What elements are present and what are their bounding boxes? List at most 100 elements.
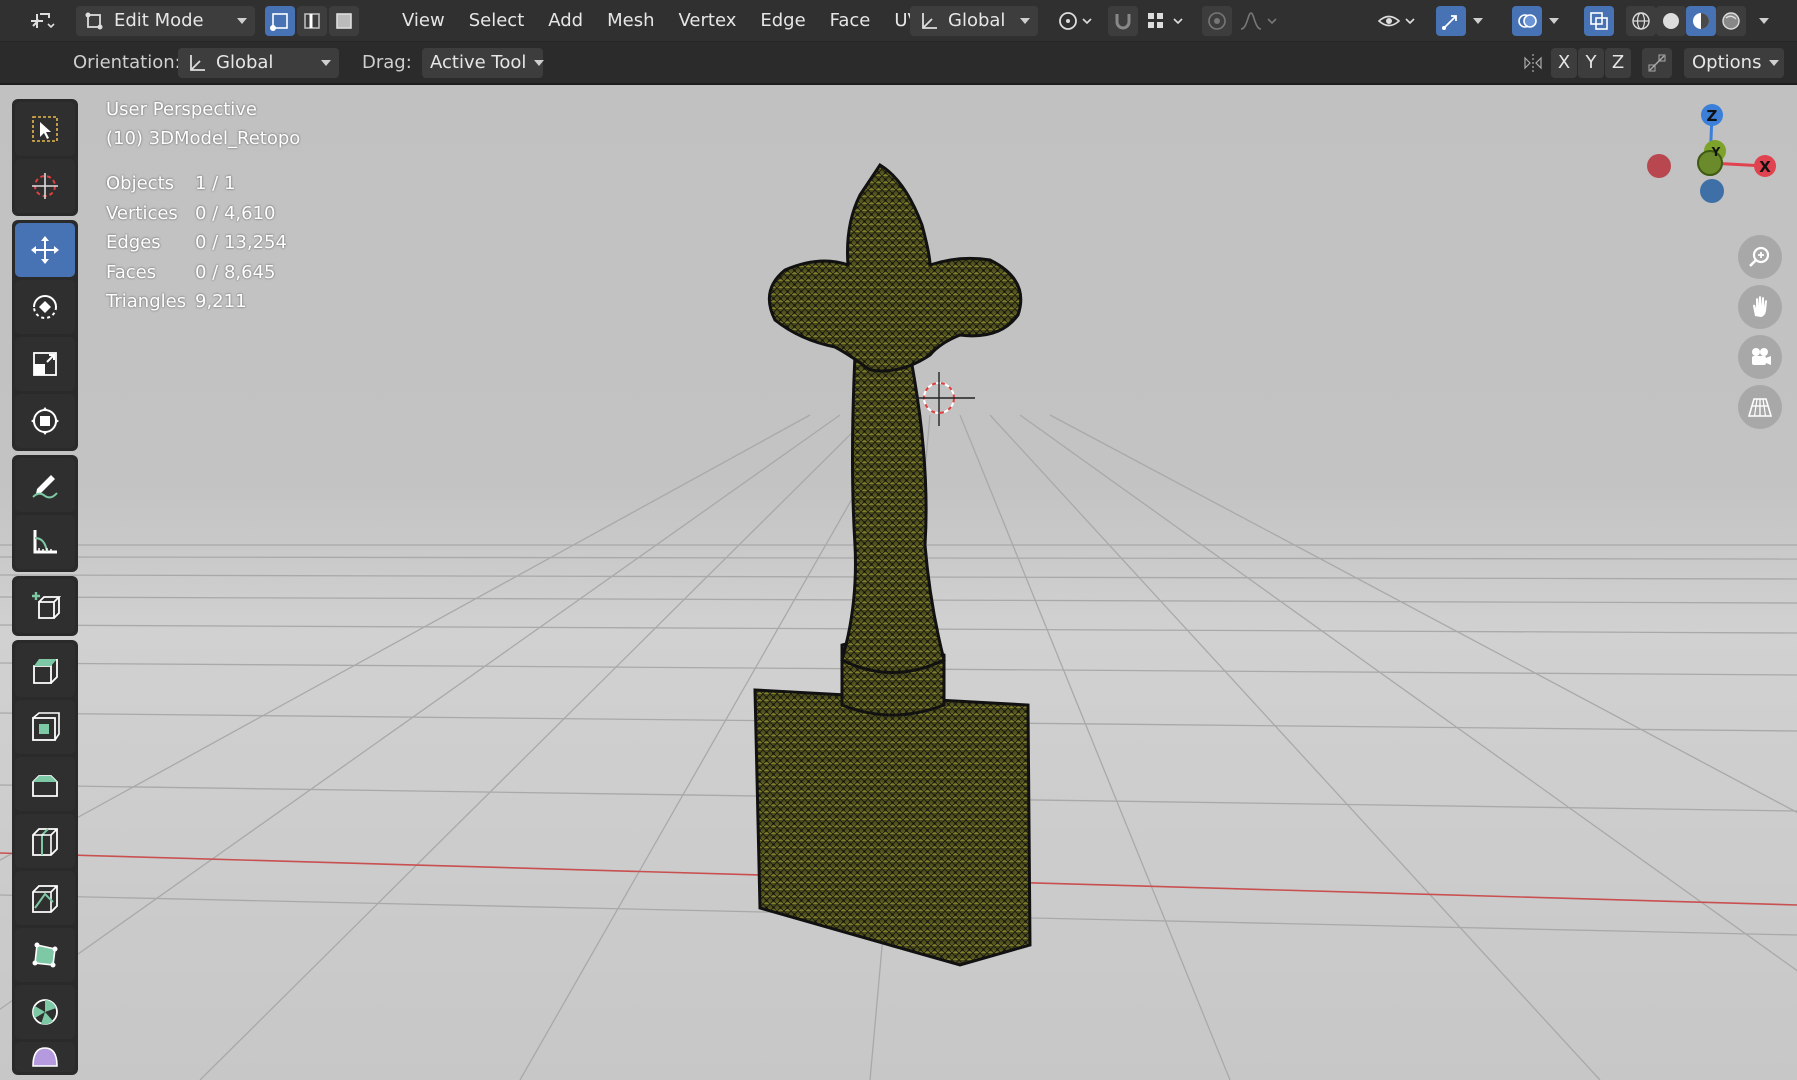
shading-wireframe-button[interactable] (1626, 5, 1656, 36)
tool-select-box[interactable] (15, 102, 75, 156)
tool-measure[interactable] (15, 515, 75, 569)
pan-button[interactable] (1738, 285, 1782, 329)
spin-icon (32, 999, 58, 1025)
visibility-dropdown[interactable] (1374, 6, 1420, 36)
tool-bevel[interactable] (15, 757, 75, 811)
face-select-button[interactable] (329, 5, 359, 36)
gizmo-y-label: Y (1711, 145, 1721, 159)
auto-merge-button[interactable] (1642, 47, 1672, 78)
rendered-sphere-icon (1722, 11, 1740, 30)
transform-icon (31, 407, 59, 435)
menu-mesh[interactable]: Mesh (595, 6, 666, 36)
menu-select[interactable]: Select (457, 6, 537, 36)
editor-type-icon (31, 12, 55, 28)
shading-material-button[interactable] (1686, 5, 1716, 36)
tool-shelf (12, 99, 78, 1075)
chevron-down-icon (534, 59, 545, 66)
snap-toggle-button[interactable] (1108, 5, 1138, 36)
shading-dropdown[interactable] (1754, 6, 1774, 36)
vertex-select-button[interactable] (265, 5, 295, 36)
chevron-down-icon (1473, 17, 1483, 24)
chevron-down-icon (1020, 17, 1030, 24)
ortho-toggle-button[interactable] (1738, 385, 1782, 429)
bevel-icon (32, 775, 58, 797)
stat-label: Faces (106, 261, 157, 283)
orientation-dropdown[interactable]: Global (178, 47, 339, 78)
zoom-button[interactable] (1738, 235, 1782, 279)
3d-viewport[interactable]: Z X Y User Perspective (10) 3DModel_Reto… (0, 85, 1797, 1080)
pivot-point-button[interactable] (1050, 6, 1100, 36)
shading-rendered-button[interactable] (1716, 5, 1746, 36)
axis-y-toggle[interactable]: Y (1578, 47, 1604, 78)
menu-vertex[interactable]: Vertex (667, 6, 749, 36)
stat-row: Vertices 0 / 4,610 (106, 203, 287, 233)
tool-inset[interactable] (15, 700, 75, 754)
tool-loop-cut[interactable] (15, 814, 75, 868)
pivot-point-icon (1059, 11, 1092, 30)
snap-target-dropdown[interactable] (1142, 6, 1190, 36)
xray-toggle-button[interactable] (1584, 5, 1614, 36)
stat-label: Vertices (106, 202, 178, 224)
transform-orientation-dropdown[interactable]: Global (910, 5, 1038, 36)
orientation-label: Orientation: (73, 52, 181, 73)
gizmo-icon (1442, 14, 1457, 30)
tool-poly-build[interactable] (15, 928, 75, 982)
stat-row: Objects 1 / 1 (106, 173, 287, 203)
tool-spin[interactable] (15, 985, 75, 1039)
gizmo-dropdown[interactable] (1468, 6, 1488, 36)
tool-rotate[interactable] (15, 280, 75, 334)
magnet-icon (1115, 13, 1131, 29)
solid-sphere-icon (1663, 12, 1679, 29)
falloff-dropdown[interactable] (1236, 6, 1282, 36)
tool-transform[interactable] (15, 394, 75, 448)
chevron-down-icon (1549, 17, 1559, 24)
snap-grid-icon (1148, 12, 1183, 28)
overlays-toggle-button[interactable] (1512, 5, 1542, 36)
drag-dropdown[interactable]: Active Tool (422, 47, 545, 78)
overlays-icon (1518, 13, 1537, 28)
edit-mode-icon (85, 12, 103, 29)
menu-edge[interactable]: Edge (748, 6, 817, 36)
gizmo-toggle-button[interactable] (1436, 5, 1466, 36)
shading-solid-button[interactable] (1656, 5, 1686, 36)
mesh-statistics: Objects 1 / 1 Vertices 0 / 4,610 Edges 0 / … (106, 173, 287, 321)
proportional-edit-button[interactable] (1202, 5, 1232, 36)
orientation-value: Global (216, 52, 274, 73)
tool-move[interactable] (15, 223, 75, 277)
hand-icon (1753, 296, 1767, 317)
camera-view-button[interactable] (1738, 335, 1782, 379)
edge-select-button[interactable] (297, 5, 327, 36)
menu-add[interactable]: Add (536, 6, 595, 36)
stat-row: Edges 0 / 13,254 (106, 232, 287, 262)
view-name: User Perspective (106, 99, 257, 120)
axis-x-toggle[interactable]: X (1551, 47, 1577, 78)
tool-knife[interactable] (15, 871, 75, 925)
stat-value: 0 / 13,254 (195, 232, 287, 253)
mirror-toggle-button[interactable] (1518, 48, 1548, 78)
mirror-icon (1524, 53, 1542, 72)
tool-scale[interactable] (15, 337, 75, 391)
tool-cursor[interactable] (15, 159, 75, 213)
editor-type-button[interactable] (18, 6, 66, 36)
mode-dropdown[interactable]: Edit Mode (76, 5, 255, 36)
face-select-icon (336, 12, 352, 29)
tool-annotate[interactable] (15, 458, 75, 512)
axis-z-toggle[interactable]: Z (1605, 47, 1631, 78)
tool-settings-bar: Orientation: Global Drag: Active Tool X … (0, 42, 1797, 84)
poly-build-icon (32, 942, 58, 968)
tool-group-transform (12, 220, 78, 451)
tool-group-mesh (12, 640, 78, 1075)
stat-row: Triangles 9,211 (106, 291, 287, 321)
menu-view[interactable]: View (390, 6, 457, 36)
vertex-select-icon (270, 12, 288, 31)
options-dropdown[interactable]: Options (1684, 47, 1784, 78)
scale-icon (33, 352, 57, 376)
tool-add-cube[interactable] (15, 579, 75, 633)
tool-smooth[interactable] (15, 1042, 75, 1072)
tool-extrude[interactable] (15, 643, 75, 697)
wireframe-sphere-icon (1632, 11, 1650, 30)
viewport-info: User Perspective (10) 3DModel_Retopo (106, 99, 300, 157)
menu-face[interactable]: Face (818, 6, 883, 36)
cursor-icon (32, 173, 58, 199)
overlays-dropdown[interactable] (1544, 6, 1564, 36)
